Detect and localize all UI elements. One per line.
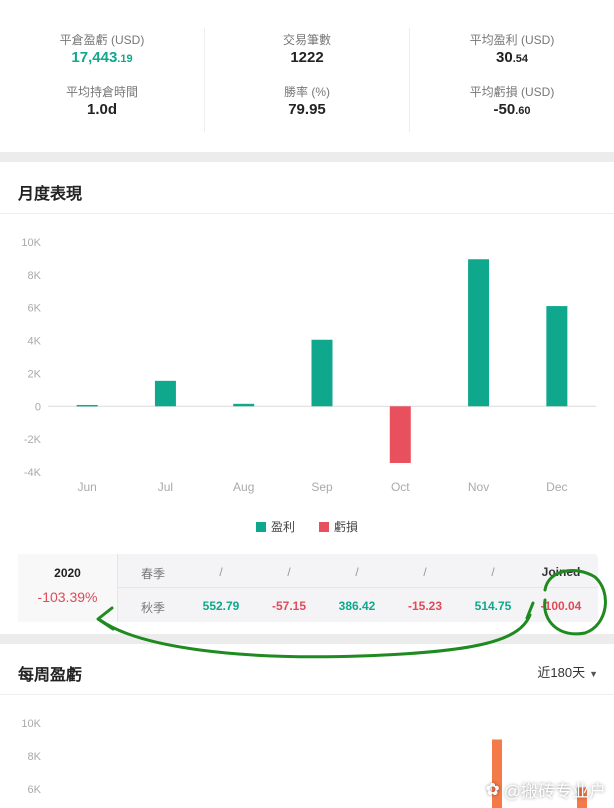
- x-tick-label: Aug: [233, 480, 254, 494]
- weekly-title: 每周盈虧: [18, 667, 83, 684]
- stats-column-3: 平均盈利 (USD) 30.54 平均虧損 (USD) -50.60: [410, 0, 614, 152]
- year-label: 2020: [54, 566, 81, 580]
- profit-swatch: [255, 521, 266, 532]
- avg-hold-time-label: 平均持倉時間: [65, 85, 138, 99]
- trade-count-label: 交易筆數: [282, 33, 331, 47]
- avg-loss-label: 平均虧損 (USD): [469, 85, 555, 99]
- x-tick-label: Jul: [158, 480, 173, 494]
- spring-cell: /: [287, 565, 291, 579]
- legend-profit-label: 盈利: [270, 520, 295, 534]
- range-dropdown[interactable]: 近180天 ▼: [537, 662, 598, 681]
- caret-down-icon: ▼: [589, 669, 598, 679]
- y-tick-label: 0: [35, 401, 41, 413]
- seasonal-table: 2020 -103.39% 春季 / / / / / Joined 秋季 552…: [18, 554, 598, 622]
- month-bar[interactable]: [154, 380, 176, 407]
- monthly-performance-card: 月度表現 10K 8K 6K 4K 2K 0 -2K -4K Jun Jul Aug Sep Oct No…: [0, 162, 614, 634]
- x-tick-label: Jun: [77, 480, 96, 494]
- y-tick-label: 4K: [28, 336, 42, 348]
- autumn-cell: 514.75: [474, 599, 512, 613]
- month-bar[interactable]: [311, 339, 333, 407]
- trade-count-value: 1222: [290, 49, 324, 66]
- joined-label: Joined: [541, 565, 581, 579]
- stats-column-2: 交易筆數 1222 勝率 (%) 79.95: [205, 0, 409, 152]
- y-tick-label: 8K: [28, 270, 42, 282]
- section-divider: [0, 213, 614, 214]
- range-dropdown-value: 近180天: [537, 665, 586, 680]
- watermark-text: @搬砖专业户: [503, 782, 606, 801]
- avg-loss-value: -50.60: [493, 101, 531, 118]
- loss-swatch: [319, 521, 329, 532]
- year-summary-cell: 2020 -103.39%: [18, 554, 118, 622]
- spring-cell: /: [491, 565, 495, 579]
- autumn-cell: -15.23: [407, 599, 443, 613]
- autumn-label: 秋季: [140, 601, 166, 615]
- autumn-cell: -100.04: [540, 599, 582, 613]
- y-tick-label: 8K: [28, 751, 42, 763]
- y-tick-label: 6K: [28, 784, 42, 796]
- realized-pnl-label: 平倉盈虧 (USD): [59, 33, 145, 47]
- y-tick-label: 2K: [28, 368, 42, 380]
- x-tick-label: Sep: [311, 480, 333, 494]
- y-tick-label: -2K: [24, 434, 42, 446]
- weibo-icon: ✿: [485, 779, 500, 799]
- y-tick-label: 10K: [21, 718, 41, 730]
- autumn-cell: 552.79: [202, 599, 240, 613]
- legend-loss-label: 虧損: [334, 520, 359, 534]
- y-tick-label: 10K: [21, 237, 41, 249]
- autumn-row: 秋季 552.79 -57.15 386.42 -15.23 514.75 -1…: [118, 588, 598, 622]
- spring-label: 春季: [140, 567, 166, 581]
- legend-profit[interactable]: 盈利: [255, 518, 295, 535]
- x-tick-label: Nov: [468, 480, 489, 494]
- autumn-cell: 386.42: [338, 599, 376, 613]
- legend-loss[interactable]: 虧損: [319, 518, 358, 535]
- spring-cell: /: [355, 565, 359, 579]
- watermark: ✿ @搬砖专业户: [485, 777, 606, 802]
- y-tick-label: -4K: [24, 467, 42, 479]
- x-tick-label: Dec: [546, 480, 567, 494]
- section-divider: [0, 694, 614, 695]
- avg-profit-label: 平均盈利 (USD): [469, 33, 555, 47]
- spring-cell: /: [423, 565, 427, 579]
- year-return: -103.39%: [37, 589, 98, 605]
- x-tick-label: Oct: [391, 480, 410, 494]
- chart-legend: 盈利 虧損: [0, 518, 614, 535]
- month-bar[interactable]: [233, 403, 255, 407]
- month-bar[interactable]: [389, 406, 411, 463]
- month-bar[interactable]: [76, 404, 98, 407]
- stats-card: 平倉盈虧 (USD) 17,443.19 平均持倉時間 1.0d 交易筆數 12…: [0, 0, 614, 152]
- monthly-title: 月度表現: [18, 186, 83, 203]
- month-bar[interactable]: [468, 259, 490, 407]
- spring-cell: /: [219, 565, 223, 579]
- avg-profit-value: 30.54: [496, 49, 528, 66]
- win-rate-value: 79.95: [288, 101, 326, 118]
- realized-pnl-value: 17,443.19: [71, 49, 133, 66]
- spring-row: 春季 / / / / / Joined: [118, 554, 598, 588]
- win-rate-label: 勝率 (%): [284, 85, 330, 99]
- month-bar[interactable]: [546, 306, 568, 407]
- monthly-bar-chart: 10K 8K 6K 4K 2K 0 -2K -4K Jun Jul Aug Sep Oct Nov Dec: [21, 237, 596, 494]
- avg-hold-time-value: 1.0d: [86, 101, 117, 118]
- autumn-cell: -57.15: [271, 599, 307, 613]
- y-tick-label: 6K: [28, 303, 42, 315]
- stats-column-1: 平倉盈虧 (USD) 17,443.19 平均持倉時間 1.0d: [0, 0, 204, 152]
